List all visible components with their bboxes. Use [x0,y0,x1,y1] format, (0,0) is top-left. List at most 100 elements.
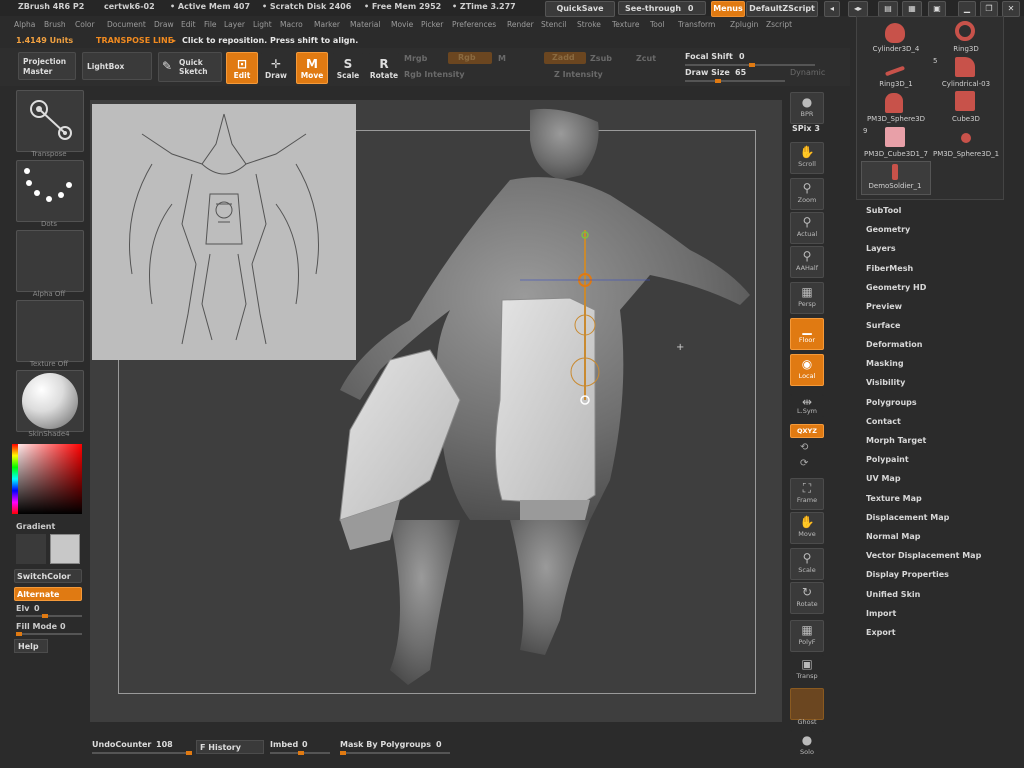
fill-mode-slider[interactable]: Fill Mode 0 [16,622,82,636]
cylinder3d-thumb[interactable] [885,23,905,43]
restore-icon[interactable]: ❐ [980,1,998,17]
zsub-button[interactable]: Zsub [590,54,612,63]
menu-masking[interactable]: Masking [866,359,904,368]
close-icon[interactable]: ✕ [1002,1,1020,17]
palette-icon[interactable]: ▦ [902,1,922,17]
tool-pm3d-cube3d1-7[interactable]: PM3D_Cube3D1_7 [861,150,931,158]
dynamic-button[interactable]: Dynamic [790,68,825,77]
rotate-z-icon[interactable]: ⟳ [800,458,808,469]
switchcolor-button[interactable]: SwitchColor [14,569,82,583]
menu-polygroups[interactable]: Polygroups [866,398,917,407]
scale-view-button[interactable]: ⚲ Scale [790,548,824,580]
draw-size-slider[interactable]: Draw Size 65 Dynamic [685,68,825,83]
menu-display-properties[interactable]: Display Properties [866,570,949,579]
arrow-left-icon[interactable]: ◂ [824,1,840,17]
menu-geometry[interactable]: Geometry [866,225,910,234]
minimize-icon[interactable]: ▁ [958,1,976,17]
draw-button[interactable]: ✛ Draw [260,52,292,84]
projection-master-button[interactable]: Projection Master [18,52,76,80]
menu-transform[interactable]: Transform [678,20,715,29]
focal-shift-slider[interactable]: Focal Shift 0 [685,52,815,67]
scroll-button[interactable]: ✋ Scroll [790,142,824,174]
menu-layer[interactable]: Layer [224,20,245,29]
menu-draw[interactable]: Draw [154,20,174,29]
zadd-button[interactable]: Zadd [544,52,586,64]
z-intensity-slider[interactable]: Z Intensity [554,70,603,79]
menu-render[interactable]: Render [507,20,534,29]
hue-strip[interactable] [12,444,18,514]
secondary-color-swatch[interactable] [50,534,80,564]
tool-cylindrical-03[interactable]: Cylindrical-03 [931,80,1001,88]
spix-slider[interactable]: SPix 3 [792,124,820,133]
floor-button[interactable]: ▁ Floor [790,318,824,350]
tool-ring3d-1[interactable]: Ring3D_1 [861,80,931,88]
imbed-slider[interactable]: Imbed 0 [270,740,330,755]
tool-pm3d-sphere3d-1[interactable]: PM3D_Sphere3D_1 [931,150,1001,158]
menu-color[interactable]: Color [75,20,95,29]
menu-movie[interactable]: Movie [391,20,413,29]
rgb-button[interactable]: Rgb [448,52,492,64]
tool-ring3d[interactable]: Ring3D [931,45,1001,53]
cylindrical-thumb[interactable] [955,57,975,77]
history-button[interactable]: F History [196,740,264,754]
layout-icon[interactable]: ▤ [878,1,898,17]
menu-stencil[interactable]: Stencil [541,20,566,29]
local-button[interactable]: ◉ Local [790,354,824,386]
rotate-y-icon[interactable]: ⟲ [800,442,808,453]
edit-button[interactable]: ⊡ Edit [226,52,258,84]
menu-import[interactable]: Import [866,609,896,618]
stroke-dots-thumb[interactable] [16,160,84,222]
aahalf-button[interactable]: ⚲ AAHalf [790,246,824,278]
menu-edit[interactable]: Edit [181,20,196,29]
menu-visibility[interactable]: Visibility [866,378,905,387]
rotate-button[interactable]: R Rotate [368,52,400,84]
menu-surface[interactable]: Surface [866,321,900,330]
menu-deformation[interactable]: Deformation [866,340,922,349]
menu-displacement-map[interactable]: Displacement Map [866,513,949,522]
quicksave-button[interactable]: QuickSave [545,1,615,17]
move-view-button[interactable]: ✋ Move [790,512,824,544]
lightbox-button[interactable]: LightBox [82,52,152,80]
menu-vector-displacement-map[interactable]: Vector Displacement Map [866,551,981,560]
help-button[interactable]: Help [14,639,48,653]
menu-layers[interactable]: Layers [866,244,896,253]
actual-button[interactable]: ⚲ Actual [790,212,824,244]
transp-button[interactable]: ▣ Transp [790,654,824,686]
menu-uv-map[interactable]: UV Map [866,474,901,483]
mrgb-button[interactable]: Mrgb [404,54,427,63]
tool-cylinder3d-4[interactable]: Cylinder3D_4 [861,45,931,53]
pm3d-sphere3d-1-thumb[interactable] [961,133,971,143]
menu-unified-skin[interactable]: Unified Skin [866,590,920,599]
menu-zscript[interactable]: Zscript [766,20,792,29]
mask-by-polygroups-slider[interactable]: Mask By Polygroups 0 [340,740,460,755]
menu-geometry-hd[interactable]: Geometry HD [866,283,926,292]
pm3d-sphere3d-thumb[interactable] [885,93,903,113]
quick-sketch-button[interactable]: ✎ Quick Sketch [158,52,222,82]
ring3d-thumb[interactable] [955,21,975,41]
polyf-button[interactable]: ▦ PolyF [790,620,824,652]
menu-polypaint[interactable]: Polypaint [866,455,909,464]
ring3d-1-thumb[interactable] [884,65,906,77]
menu-light[interactable]: Light [253,20,272,29]
menu-normal-map[interactable]: Normal Map [866,532,920,541]
zoom-button[interactable]: ⚲ Zoom [790,178,824,210]
elv-slider[interactable]: Elv 0 [16,604,82,618]
m-button[interactable]: M [498,54,506,63]
menu-macro[interactable]: Macro [280,20,303,29]
rotate-view-button[interactable]: ↻ Rotate [790,582,824,614]
lsym-button[interactable]: ⇹ L.Sym [790,394,824,418]
frame-button[interactable]: ⛶ Frame [790,478,824,510]
cube3d-thumb[interactable] [955,91,975,111]
rgb-intensity-slider[interactable]: Rgb Intensity [404,70,465,79]
tool-cube3d[interactable]: Cube3D [931,115,1001,123]
tool-pm3d-sphere3d[interactable]: PM3D_Sphere3D [861,115,931,123]
menu-stroke[interactable]: Stroke [577,20,601,29]
xyz-button[interactable]: QXYZ [790,424,824,438]
menu-tool[interactable]: Tool [650,20,665,29]
texture-thumb[interactable] [16,300,84,362]
material-thumb[interactable] [16,370,84,432]
undo-counter-slider[interactable]: UndoCounter 108 [92,740,192,755]
zcut-button[interactable]: Zcut [636,54,656,63]
menu-brush[interactable]: Brush [44,20,66,29]
main-color-swatch[interactable] [16,534,46,564]
